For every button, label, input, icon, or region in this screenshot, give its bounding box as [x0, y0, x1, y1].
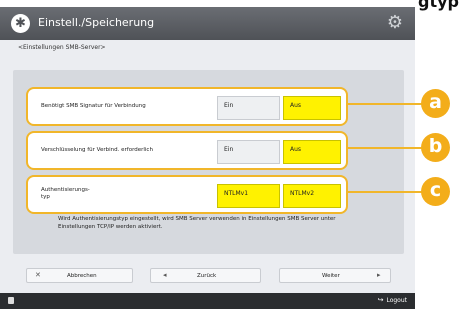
smb-signature-label: Benötigt SMB Signatur für Verbindung: [41, 103, 146, 109]
back-button[interactable]: ◂ Zurück: [150, 268, 261, 283]
auth-ntlmv2-button[interactable]: NTLMv2: [283, 184, 341, 208]
status-icon: [8, 297, 14, 304]
callout-badge-b: b: [421, 133, 450, 162]
auth-type-label: Authentisierungs- typ: [41, 187, 90, 201]
auth-type-label-line2: typ: [41, 194, 50, 200]
callout-badge-a: a: [421, 89, 450, 118]
callout-badge-c: c: [421, 177, 450, 206]
title-bar: ✱ Einstell./Speicherung ⚙: [0, 7, 415, 40]
back-label: Zurück: [197, 273, 217, 279]
arrow-left-icon: ◂: [163, 271, 167, 279]
device-screen: ✱ Einstell./Speicherung ⚙ <Einstellungen…: [0, 7, 415, 309]
status-bar: ↪ Logout: [0, 293, 415, 309]
clipped-heading: gtyp: [418, 0, 459, 11]
auth-type-row: Authentisierungs- typ NTLMv1 NTLMv2: [26, 175, 348, 214]
smb-signature-on-button[interactable]: Ein: [217, 96, 280, 120]
logout-icon: ↪: [377, 296, 384, 304]
gear-icon[interactable]: ⚙: [385, 13, 405, 33]
close-icon: ✕: [35, 271, 41, 279]
logout-button[interactable]: ↪ Logout: [378, 296, 407, 304]
encryption-row: Verschlüsselung für Verbind. erforderlic…: [26, 131, 348, 170]
cancel-button[interactable]: ✕ Abbrechen: [26, 268, 133, 283]
encryption-on-button[interactable]: Ein: [217, 140, 280, 164]
auth-type-label-line1: Authentisierungs-: [41, 187, 90, 193]
next-button[interactable]: Weiter ▸: [279, 268, 391, 283]
smb-signature-off-button[interactable]: Aus: [283, 96, 341, 120]
breadcrumb: <Einstellungen SMB-Server>: [18, 44, 106, 51]
auth-ntlmv1-button[interactable]: NTLMv1: [217, 184, 280, 208]
logout-label: Logout: [386, 297, 407, 304]
encryption-label: Verschlüsselung für Verbind. erforderlic…: [41, 147, 153, 153]
encryption-off-button[interactable]: Aus: [283, 140, 341, 164]
cancel-label: Abbrechen: [67, 273, 97, 279]
app-title: Einstell./Speicherung: [38, 16, 155, 29]
scanner-store-icon: ✱: [11, 14, 30, 33]
arrow-right-icon: ▸: [377, 271, 381, 279]
info-text: Wird Authentisierungstyp eingestellt, wi…: [58, 216, 336, 230]
next-label: Weiter: [322, 273, 340, 279]
smb-signature-row: Benötigt SMB Signatur für Verbindung Ein…: [26, 87, 348, 126]
